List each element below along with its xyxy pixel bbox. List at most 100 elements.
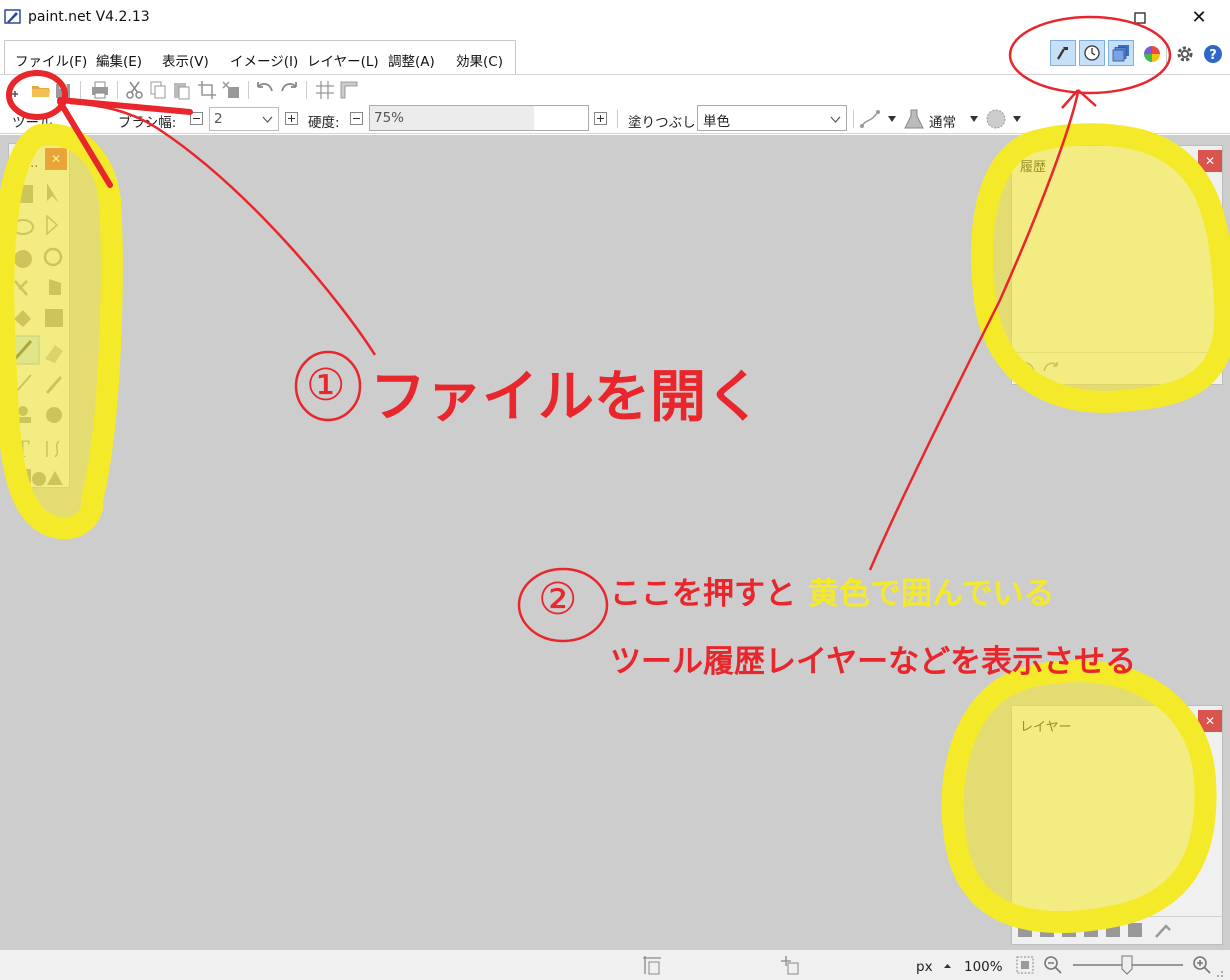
paint-bucket-tool-icon (14, 310, 31, 327)
blend-mode-icon[interactable] (903, 108, 925, 130)
move-pixels-tool-icon (46, 214, 59, 236)
alpha-blending-icon[interactable] (985, 108, 1007, 130)
text-tool-icon: T (15, 438, 30, 463)
panel-divider (1012, 916, 1222, 917)
fill-mode-select[interactable]: 単色 (697, 105, 847, 131)
maximize-icon[interactable] (1128, 6, 1152, 30)
caret-up-icon[interactable] (943, 963, 952, 969)
help-icon[interactable]: ? (1203, 44, 1223, 64)
deselect-icon[interactable] (220, 79, 242, 101)
redo-icon[interactable] (1040, 360, 1060, 376)
menu-bar: ファイル(F) 編集(E) 表示(V) イメージ(I) レイヤー(L) 調整(A… (4, 40, 516, 74)
menu-image[interactable]: イメージ(I) (230, 50, 298, 70)
layers-panel-toggle[interactable] (1108, 40, 1134, 66)
resize-grip-icon[interactable] (1212, 966, 1224, 978)
menu-file[interactable]: ファイル(F) (15, 50, 87, 70)
toolbar-divider (1166, 44, 1167, 64)
window-title: paint.net V4.2.13 (28, 9, 150, 25)
hammer-icon (1057, 47, 1068, 60)
move-selection-tool-icon (47, 183, 59, 203)
color-wheel-icon[interactable] (1143, 45, 1161, 63)
plus-icon[interactable] (594, 112, 607, 125)
minus-icon[interactable] (190, 112, 203, 125)
gear-icon[interactable] (1175, 44, 1195, 64)
annotation-step1-number: ① (306, 360, 346, 411)
hardness-slider[interactable]: 75% (369, 105, 589, 131)
gradient-tool-icon (45, 309, 63, 327)
menu-layer[interactable]: レイヤー(L) (307, 50, 379, 70)
paintnet-app-icon (4, 9, 21, 24)
tools-panel-toggle[interactable] (1050, 40, 1076, 66)
hardness-value: 75% (374, 110, 405, 126)
annotation-step2-text-b: 黄色で囲んでいる (808, 576, 1055, 612)
eraser-tool-icon (45, 345, 63, 363)
menu-adjustments[interactable]: 調整(A) (388, 50, 435, 70)
zoom-slider-thumb[interactable] (1121, 955, 1133, 975)
history-panel-toggle[interactable] (1079, 40, 1105, 66)
duplicate-layer-icon (1062, 923, 1076, 937)
crop-icon[interactable] (196, 79, 218, 101)
toolbar-divider (80, 81, 81, 99)
ellipse-select-tool-icon (14, 250, 32, 268)
caret-down-icon[interactable] (969, 115, 979, 123)
fill-mode-value: 単色 (703, 114, 730, 130)
zoom-in-icon[interactable] (1192, 955, 1212, 975)
menu-edit[interactable]: 編集(E) (96, 50, 142, 70)
caret-down-icon[interactable] (1012, 115, 1022, 123)
caret-down-icon[interactable] (887, 115, 897, 123)
cut-icon[interactable] (124, 79, 146, 101)
tools-panel-title: ツ... (13, 156, 39, 171)
panel-divider (1012, 352, 1222, 353)
cursor-position-icon (781, 956, 799, 975)
move-layer-up-icon (1106, 923, 1120, 937)
menu-view[interactable]: 表示(V) (162, 50, 209, 70)
merge-layer-icon (1084, 923, 1098, 937)
pan-tool-icon (49, 279, 61, 295)
zoom-to-window-icon[interactable] (1015, 955, 1035, 975)
minus-icon[interactable] (350, 112, 363, 125)
antialiasing-icon[interactable] (860, 109, 882, 129)
toolbar-divider (617, 110, 618, 128)
redo-icon[interactable] (278, 79, 300, 101)
chevron-down-icon (262, 116, 273, 123)
tools-panel-close-button[interactable]: ✕ (45, 148, 67, 170)
zoom-out-icon[interactable] (1043, 955, 1063, 975)
move-layer-down-icon (1128, 923, 1142, 937)
recolor-tool-icon (46, 407, 62, 423)
layers-panel-close-button[interactable]: ✕ (1198, 710, 1222, 732)
open-folder-icon[interactable] (30, 79, 52, 101)
plus-icon[interactable] (285, 112, 298, 125)
zoom-tool-icon (43, 247, 63, 267)
line-curve-tool-icon (46, 440, 60, 458)
unit-selector[interactable]: px (916, 959, 933, 975)
history-panel-title: 履歴 (1020, 160, 1047, 175)
undo-icon[interactable] (1018, 360, 1038, 376)
chevron-down-icon (830, 116, 841, 123)
copy-icon[interactable] (147, 79, 169, 101)
paste-icon[interactable] (170, 79, 192, 101)
menu-effects[interactable]: 効果(C) (456, 50, 503, 70)
annotation-step1-text: ファイルを開く (370, 365, 762, 430)
history-panel: 履歴 ✕ (1011, 145, 1223, 385)
shapes-tool-icon (15, 469, 31, 483)
delete-layer-icon (1040, 923, 1054, 937)
brush-width-label: ブラシ幅: (118, 115, 177, 131)
window-close-button[interactable]: ✕ (1186, 6, 1212, 30)
svg-text:?: ? (1209, 48, 1217, 63)
brush-width-select[interactable]: 2 (209, 107, 279, 131)
tool-icons-grid: T (9, 183, 63, 486)
print-icon[interactable] (89, 79, 111, 101)
grid-icon[interactable] (314, 79, 336, 101)
title-bar: paint.net V4.2.13 ✕ (0, 0, 1230, 36)
blend-mode-value[interactable]: 通常 (929, 111, 956, 131)
new-image-icon[interactable] (8, 79, 30, 101)
clone-stamp-tool-icon (18, 406, 28, 416)
hardness-label: 硬度: (308, 115, 340, 131)
history-panel-close-button[interactable]: ✕ (1198, 150, 1222, 172)
image-size-icon (643, 956, 661, 975)
layer-actions-row[interactable] (1016, 920, 1216, 940)
ruler-icon[interactable] (338, 79, 360, 101)
save-icon[interactable] (52, 79, 74, 101)
layers-icon (1112, 45, 1129, 62)
undo-icon[interactable] (254, 79, 276, 101)
